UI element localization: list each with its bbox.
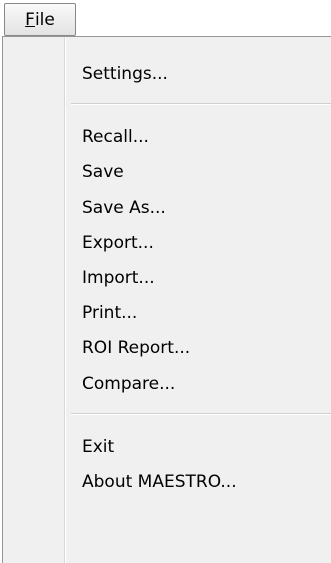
menu-item-settings[interactable]: Settings... (82, 59, 168, 89)
menu-item-recall[interactable]: Recall... (82, 122, 149, 152)
file-menu-label: ile (34, 9, 55, 30)
menu-gutter-highlight (65, 37, 66, 563)
menu-icon-gutter (3, 37, 65, 563)
menu-item-print[interactable]: Print... (82, 298, 137, 328)
menu-item-export[interactable]: Export... (82, 228, 154, 258)
menu-item-roi-report[interactable]: ROI Report... (82, 333, 190, 363)
menu-item-about[interactable]: About MAESTRO... (82, 467, 237, 497)
menu-item-compare[interactable]: Compare... (82, 369, 175, 399)
menu-separator (71, 413, 331, 415)
menu-separator (71, 103, 331, 105)
menu-item-save-as[interactable]: Save As... (82, 193, 166, 223)
menu-bar: File (0, 0, 331, 38)
menu-item-import[interactable]: Import... (82, 263, 155, 293)
menu-item-save[interactable]: Save (82, 157, 124, 187)
menu-item-exit[interactable]: Exit (82, 432, 114, 462)
file-menu-mnemonic: F (25, 9, 35, 30)
file-dropdown-menu: Settings... Recall... Save Save As... Ex… (2, 36, 331, 563)
file-menu-button[interactable]: File (4, 3, 76, 36)
